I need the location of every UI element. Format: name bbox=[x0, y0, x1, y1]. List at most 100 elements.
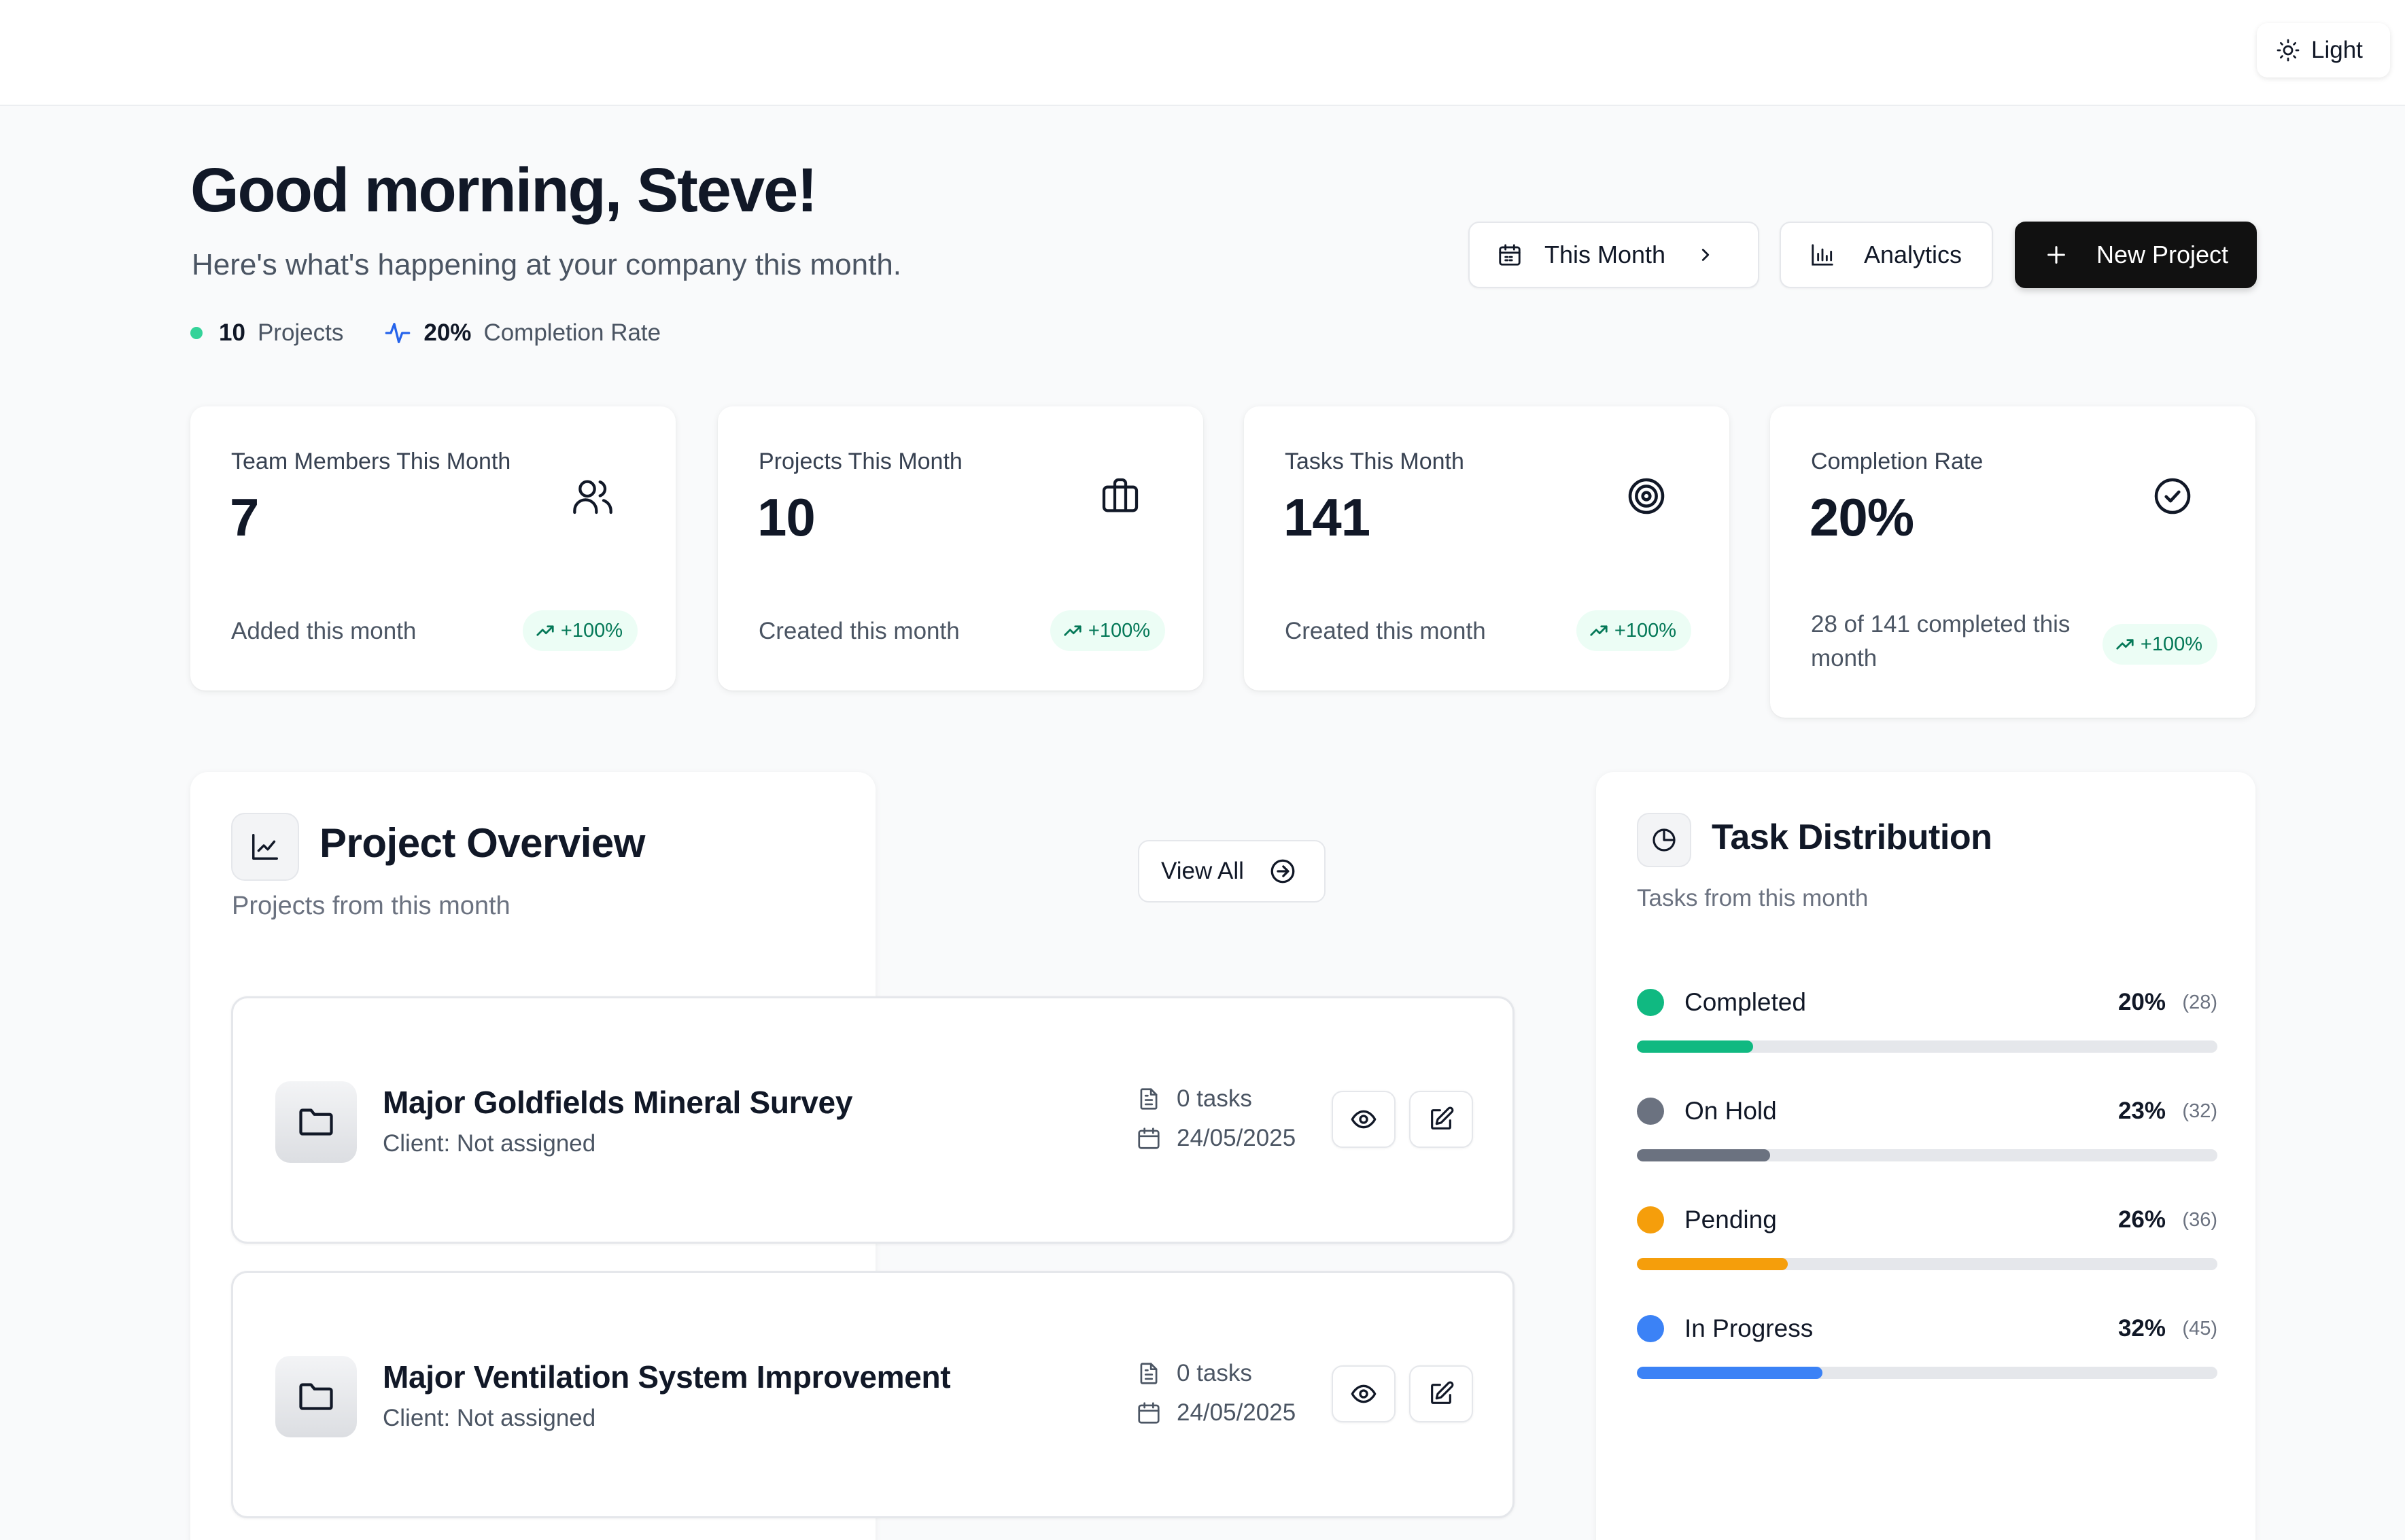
project-card[interactable]: Major Ventilation System Improvement Cli… bbox=[231, 1271, 1515, 1518]
project-task-count: 0 tasks bbox=[1136, 1360, 1252, 1387]
stat-card-completion-rate: Completion Rate 20% 28 of 141 completed … bbox=[1770, 406, 2255, 718]
document-icon bbox=[1136, 1361, 1162, 1386]
check-circle-icon bbox=[2151, 474, 2194, 518]
folder-icon bbox=[275, 1356, 357, 1437]
task-count-text: 0 tasks bbox=[1177, 1085, 1252, 1112]
view-project-button[interactable] bbox=[1332, 1091, 1396, 1148]
page-title: Good morning, Steve! bbox=[190, 156, 818, 225]
completion-value: 20% bbox=[423, 319, 472, 346]
edit-icon bbox=[1428, 1380, 1455, 1407]
project-date: 24/05/2025 bbox=[1136, 1125, 1296, 1152]
briefcase-icon bbox=[1098, 474, 1142, 518]
task-distribution-subtitle: Tasks from this month bbox=[1637, 885, 1869, 911]
folder-icon bbox=[275, 1081, 357, 1163]
project-overview-title: Project Overview bbox=[319, 820, 645, 866]
progress-track bbox=[1637, 1149, 2217, 1161]
view-all-button[interactable]: View All bbox=[1138, 840, 1326, 903]
trend-value: +100% bbox=[1614, 619, 1676, 642]
period-label: This Month bbox=[1544, 241, 1666, 268]
trend-badge: +100% bbox=[1576, 610, 1691, 651]
new-project-button[interactable]: New Project bbox=[2015, 222, 2257, 288]
stat-footer: Created this month bbox=[759, 618, 960, 644]
distribution-percent: 23% bbox=[2117, 1098, 2166, 1124]
theme-label: Light bbox=[2311, 37, 2363, 63]
project-card[interactable]: Major Goldfields Mineral Survey Client: … bbox=[231, 996, 1515, 1244]
top-bar bbox=[0, 0, 2405, 106]
date-text: 24/05/2025 bbox=[1177, 1125, 1296, 1151]
stat-label: Completion Rate bbox=[1811, 449, 1984, 474]
trend-badge: +100% bbox=[2102, 624, 2217, 665]
stat-footer: 28 of 141 completed this month bbox=[1811, 611, 2071, 671]
task-distribution-title: Task Distribution bbox=[1712, 818, 1992, 857]
distribution-percent: 32% bbox=[2117, 1315, 2166, 1342]
distribution-percent: 26% bbox=[2117, 1206, 2166, 1233]
project-client: Client: Not assigned bbox=[383, 1405, 596, 1431]
bar-chart-icon bbox=[1810, 242, 1835, 268]
document-icon bbox=[1136, 1086, 1162, 1112]
project-name[interactable]: Major Goldfields Mineral Survey bbox=[383, 1084, 852, 1121]
users-icon bbox=[571, 474, 615, 518]
edit-project-button[interactable] bbox=[1409, 1091, 1473, 1148]
trending-up-icon bbox=[535, 620, 555, 641]
project-date: 24/05/2025 bbox=[1136, 1399, 1296, 1427]
period-selector-button[interactable]: This Month bbox=[1468, 222, 1759, 288]
stat-value: 141 bbox=[1283, 487, 1370, 547]
calendar-icon bbox=[1136, 1400, 1162, 1426]
project-name[interactable]: Major Ventilation System Improvement bbox=[383, 1359, 951, 1395]
trend-badge: +100% bbox=[522, 610, 638, 651]
projects-count: 10 bbox=[219, 319, 245, 346]
status-dot bbox=[190, 327, 203, 339]
analytics-button[interactable]: Analytics bbox=[1780, 222, 1993, 288]
distribution-percent: 20% bbox=[2117, 989, 2166, 1015]
progress-fill bbox=[1637, 1258, 1788, 1270]
pie-chart-icon bbox=[1637, 813, 1691, 867]
project-task-count: 0 tasks bbox=[1136, 1085, 1252, 1113]
status-dot bbox=[1637, 1098, 1664, 1125]
stat-card-team-members: Team Members This Month 7 Added this mon… bbox=[190, 406, 676, 690]
distribution-count: (45) bbox=[2182, 1318, 2217, 1340]
date-text: 24/05/2025 bbox=[1177, 1399, 1296, 1426]
line-chart-icon bbox=[231, 813, 299, 881]
calendar-icon bbox=[1136, 1125, 1162, 1151]
distribution-count: (28) bbox=[2182, 992, 2217, 1013]
view-project-button[interactable] bbox=[1332, 1365, 1396, 1422]
stat-label: Tasks This Month bbox=[1285, 449, 1464, 474]
status-dot bbox=[1637, 1315, 1664, 1342]
progress-fill bbox=[1637, 1149, 1771, 1161]
stat-card-projects: Projects This Month 10 Created this mont… bbox=[718, 406, 1203, 690]
trending-up-icon bbox=[1589, 620, 1609, 641]
new-project-label: New Project bbox=[2096, 241, 2229, 268]
trend-value: +100% bbox=[1088, 619, 1150, 642]
stat-value: 7 bbox=[230, 487, 259, 547]
target-icon bbox=[1625, 474, 1668, 518]
progress-track bbox=[1637, 1258, 2217, 1270]
trend-value: +100% bbox=[2140, 633, 2202, 655]
calendar-icon bbox=[1497, 242, 1523, 268]
view-all-label: View All bbox=[1161, 858, 1244, 884]
task-count-text: 0 tasks bbox=[1177, 1360, 1252, 1386]
distribution-label: In Progress bbox=[1684, 1314, 1814, 1342]
eye-icon bbox=[1350, 1106, 1377, 1133]
project-overview-subtitle: Projects from this month bbox=[232, 892, 511, 920]
progress-track bbox=[1637, 1367, 2217, 1379]
pulse-icon bbox=[384, 319, 411, 347]
trending-up-icon bbox=[1062, 620, 1083, 641]
arrow-right-circle-icon bbox=[1268, 857, 1297, 886]
completion-label: Completion Rate bbox=[483, 319, 661, 346]
edit-project-button[interactable] bbox=[1409, 1365, 1473, 1422]
stat-value: 20% bbox=[1810, 487, 1914, 547]
stat-card-tasks: Tasks This Month 141 Created this month … bbox=[1244, 406, 1729, 690]
progress-fill bbox=[1637, 1367, 1823, 1379]
plus-icon bbox=[2045, 243, 2068, 266]
distribution-label: Pending bbox=[1684, 1206, 1777, 1233]
projects-label: Projects bbox=[257, 319, 344, 346]
page-subtitle: Here's what's happening at your company … bbox=[192, 248, 902, 281]
sun-icon bbox=[2276, 38, 2300, 63]
trend-value: +100% bbox=[560, 619, 623, 642]
distribution-count: (36) bbox=[2182, 1209, 2217, 1231]
stat-label: Projects This Month bbox=[759, 449, 963, 474]
trending-up-icon bbox=[2115, 634, 2135, 654]
theme-toggle-button[interactable]: Light bbox=[2257, 23, 2390, 77]
status-dot bbox=[1637, 989, 1664, 1016]
status-dot bbox=[1637, 1206, 1664, 1233]
